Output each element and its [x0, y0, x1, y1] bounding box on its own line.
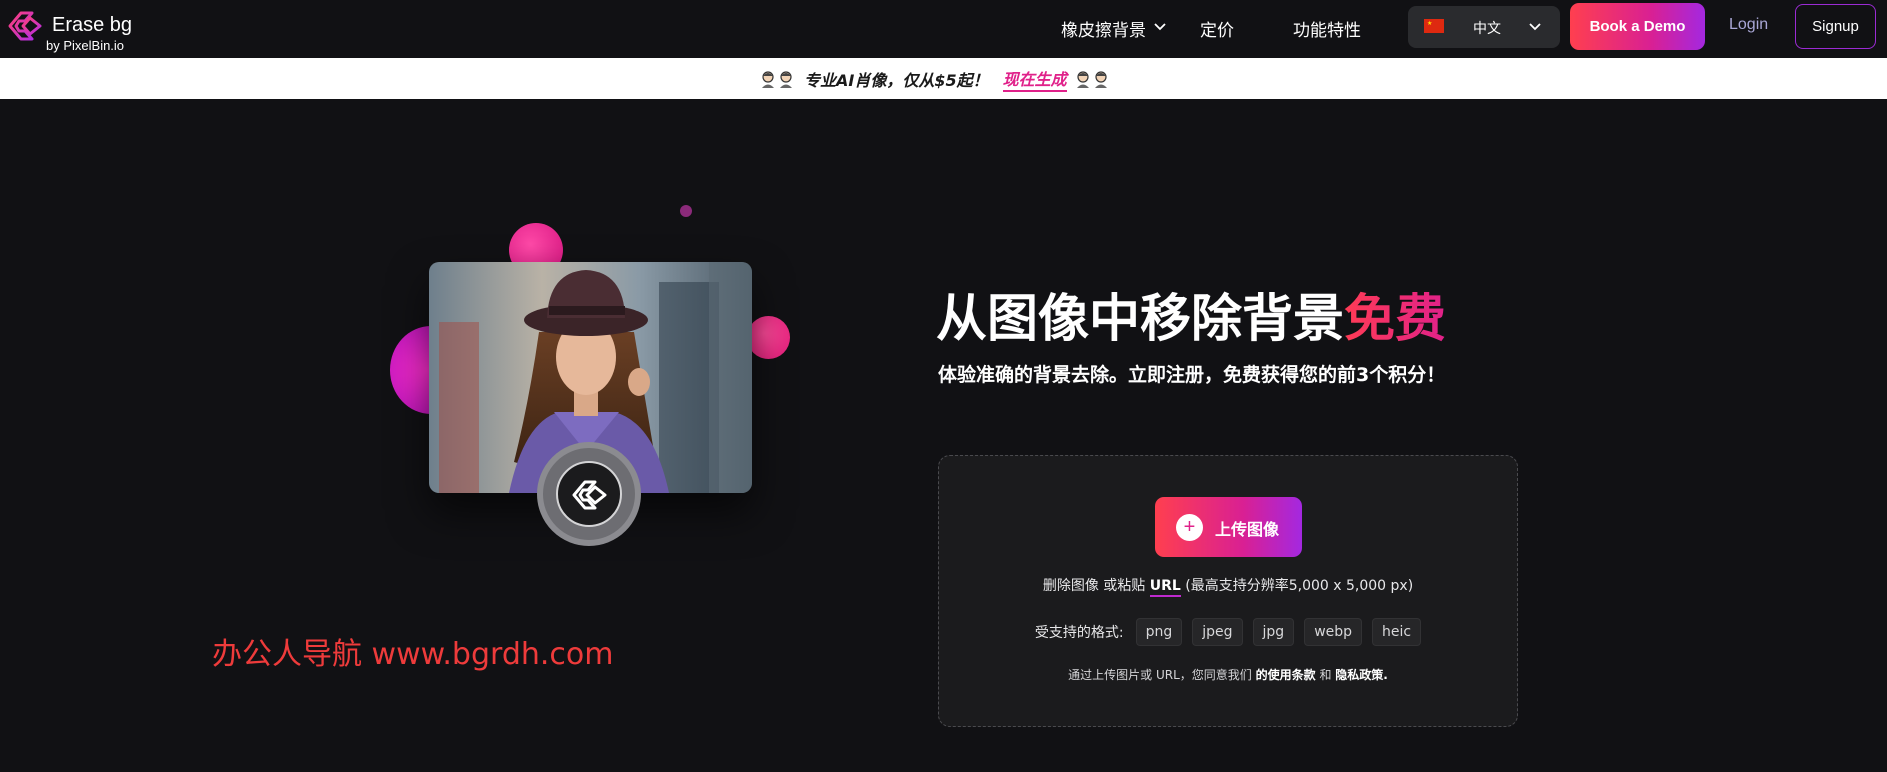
upload-dropzone[interactable]: + 上传图像 删除图像 或粘贴 URL (最高支持分辨率5,000 x 5,00…	[938, 455, 1518, 727]
portrait-emoji-icon	[780, 71, 792, 88]
format-chip-jpg: jpg	[1252, 618, 1295, 646]
language-label: 中文	[1473, 21, 1501, 37]
nav-eraser-bg-menu[interactable]: 橡皮擦背景	[1061, 16, 1146, 41]
decorative-dot	[680, 205, 692, 217]
promo-text: 专业AI肖像，仅从$5起！	[804, 71, 989, 90]
logo-badge	[537, 442, 641, 546]
top-nav-bar: Erase bg by PixelBin.io 橡皮擦背景 定价 功能特性 ★ …	[0, 0, 1887, 58]
hero-title: 从图像中移除背景免费	[936, 277, 1446, 351]
logo-byline: by PixelBin.io	[46, 38, 125, 53]
privacy-policy-link[interactable]: 隐私政策.	[1335, 668, 1388, 682]
nav-features[interactable]: 功能特性	[1293, 16, 1361, 41]
paste-suffix: (最高支持分辨率5,000 x 5,000 px)	[1185, 578, 1414, 594]
upload-button-label: 上传图像	[1215, 522, 1280, 539]
erase-bg-logo-icon	[8, 11, 42, 41]
signup-button[interactable]: Signup	[1795, 4, 1876, 49]
watermark-text: 办公人导航 www.bgrdh.com	[212, 637, 614, 672]
login-link[interactable]: Login	[1729, 16, 1768, 34]
terms-of-use-link[interactable]: 的使用条款	[1256, 668, 1316, 682]
format-chip-heic: heic	[1372, 618, 1422, 646]
logo-title: Erase bg	[52, 14, 133, 36]
paste-url-link[interactable]: URL	[1149, 578, 1181, 597]
portrait-emoji-icon	[1076, 71, 1089, 88]
portrait-emoji-icon	[762, 71, 774, 88]
format-chip-jpeg: jpeg	[1192, 618, 1243, 646]
formats-label: 受支持的格式:	[1034, 625, 1124, 641]
erase-bg-logo-icon	[572, 480, 607, 510]
format-chip-png: png	[1135, 618, 1183, 646]
paste-url-hint: 删除图像 或粘贴 URL (最高支持分辨率5,000 x 5,000 px)	[939, 575, 1517, 597]
chevron-down-icon	[1529, 23, 1541, 31]
hero-title-main: 从图像中移除背景	[936, 290, 1345, 349]
book-demo-button[interactable]: Book a Demo	[1570, 3, 1705, 50]
erase-bg-logo[interactable]: Erase bg by PixelBin.io	[6, 7, 146, 53]
chevron-down-icon[interactable]	[1153, 22, 1167, 32]
hero-title-accent: 免费	[1344, 290, 1447, 349]
promo-generate-link[interactable]: 现在生成	[1002, 66, 1067, 92]
hero-subtitle: 体验准确的背景去除。立即注册，免费获得您的前3个积分！	[938, 364, 1446, 386]
terms-notice: 通过上传图片或 URL，您同意我们 的使用条款 和 隐私政策.	[939, 666, 1517, 683]
upload-image-button[interactable]: + 上传图像	[1155, 497, 1302, 557]
promo-banner: 专业AI肖像，仅从$5起！ 现在生成	[0, 58, 1887, 99]
supported-formats: 受支持的格式: png jpeg jpg webp heic	[939, 618, 1517, 646]
portrait-emoji-icon	[1094, 71, 1107, 88]
terms-and: 和	[1319, 668, 1332, 682]
plus-icon: +	[1176, 514, 1203, 541]
nav-pricing[interactable]: 定价	[1200, 16, 1234, 41]
terms-prefix: 通过上传图片或 URL，您同意我们	[1068, 668, 1252, 682]
paste-prefix: 删除图像 或粘贴	[1042, 578, 1146, 594]
format-chip-webp: webp	[1304, 618, 1363, 646]
decorative-blob	[747, 316, 790, 359]
language-selector[interactable]: ★ 中文	[1408, 6, 1560, 48]
cn-flag-icon: ★	[1424, 19, 1444, 33]
